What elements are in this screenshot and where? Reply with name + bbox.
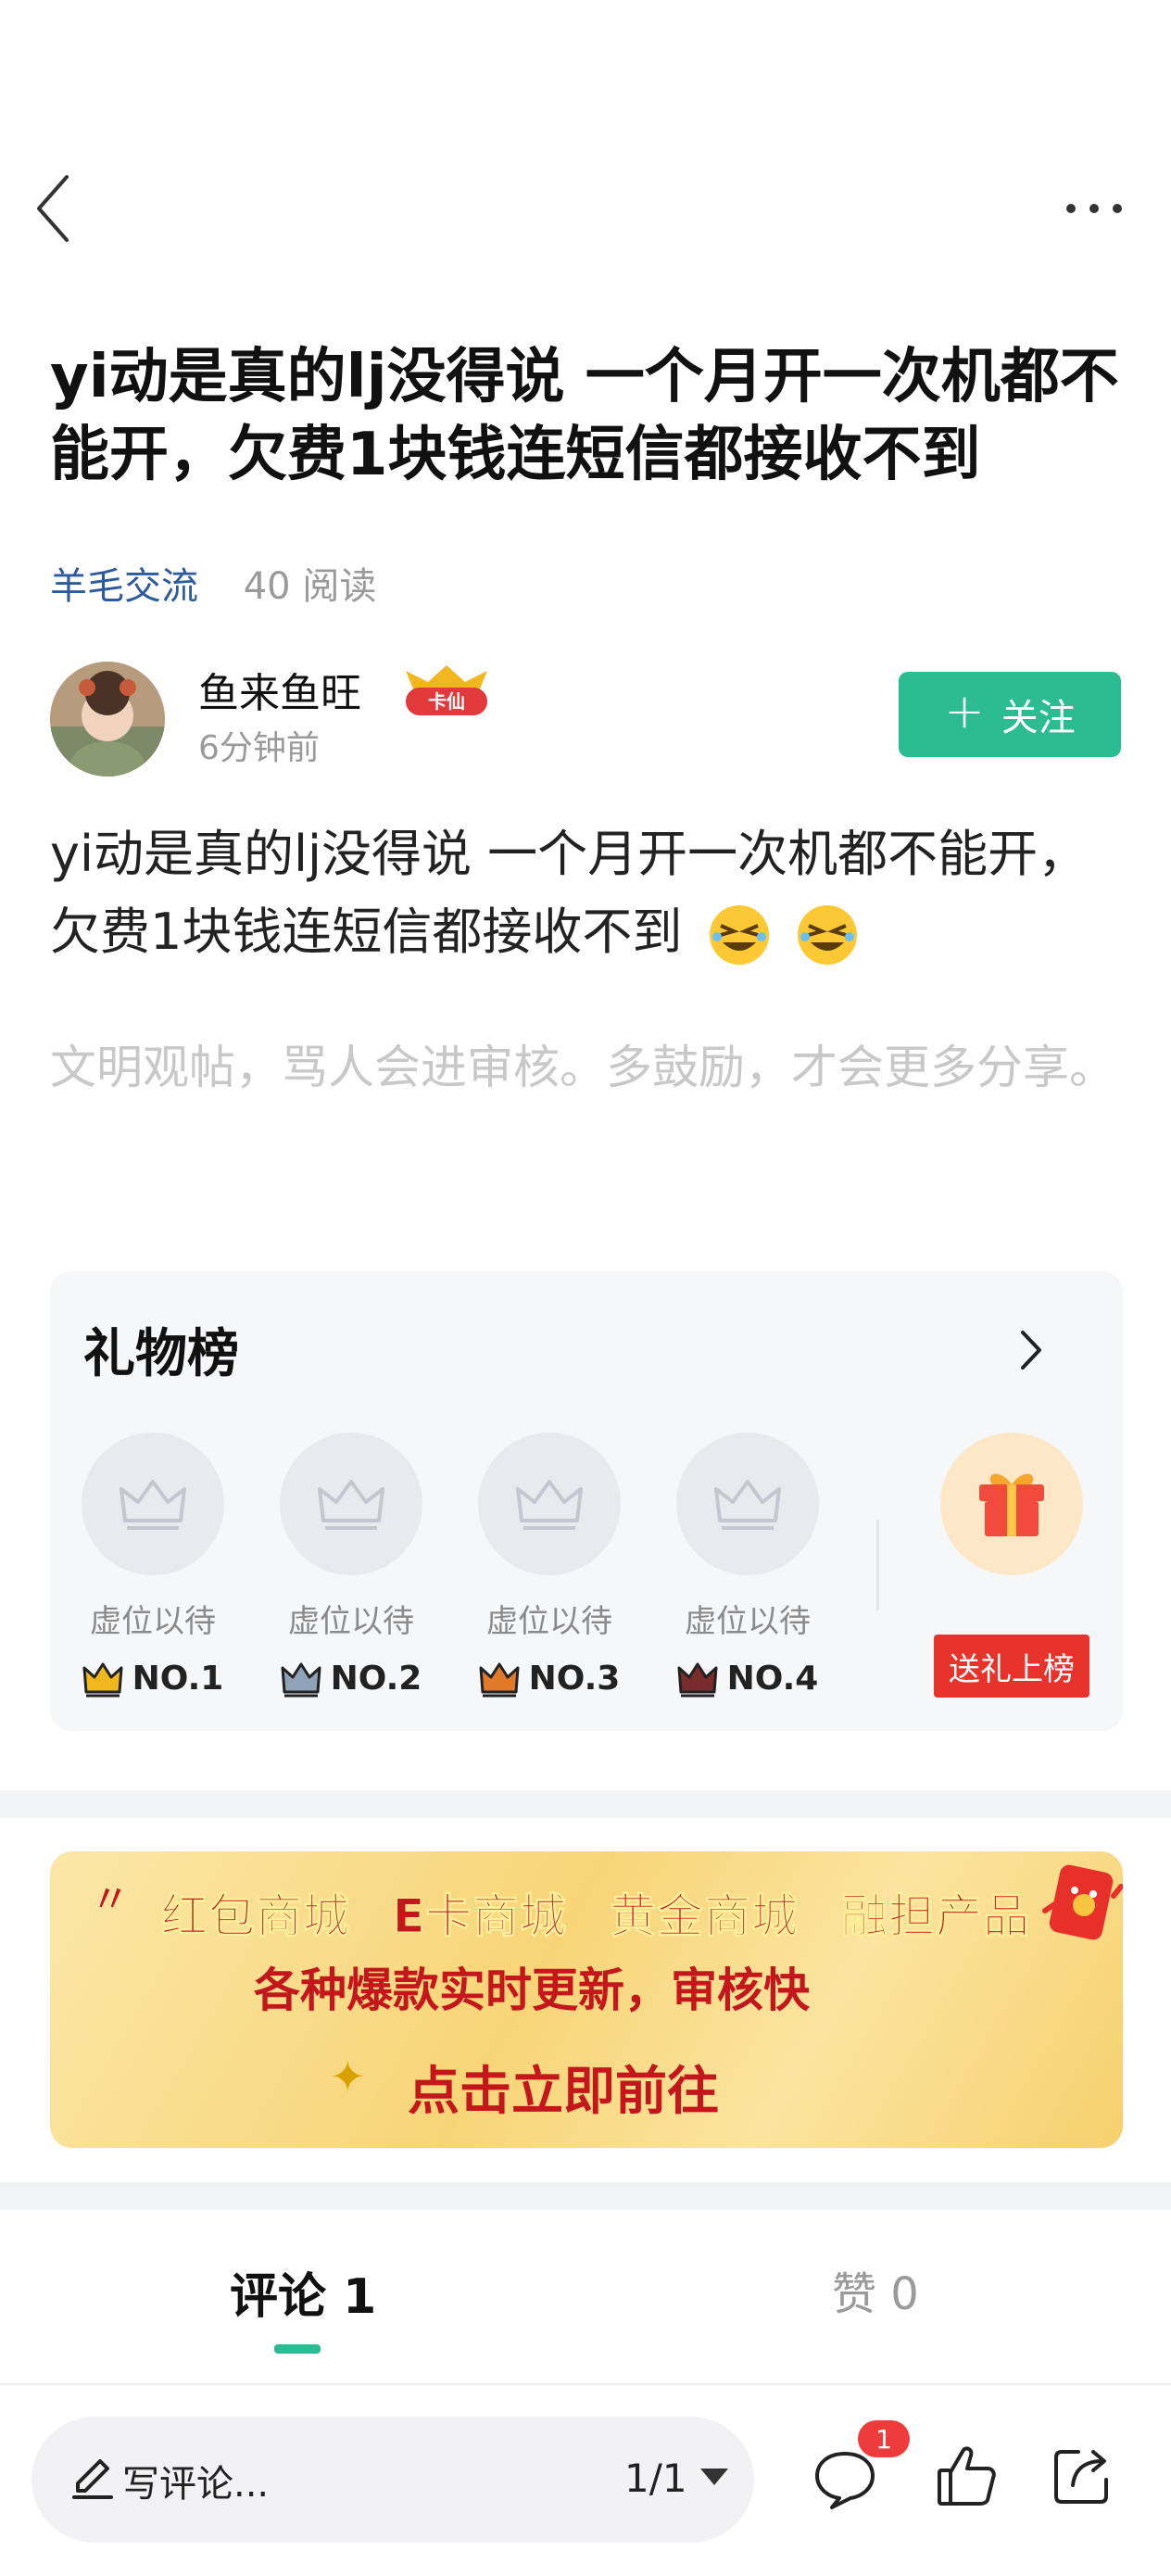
user-level-badge: 卡仙 [406, 665, 487, 715]
star-icon: ✦ [330, 2052, 366, 2102]
slot-label: 虚位以待 [288, 1603, 414, 1640]
section-divider [0, 2182, 1171, 2210]
share-icon[interactable] [1051, 2444, 1114, 2507]
pen-icon [72, 2459, 113, 2499]
user-badge-text: 卡仙 [428, 690, 465, 713]
laugh-emoji-icon [709, 905, 769, 966]
slot-label: 虚位以待 [685, 1603, 811, 1640]
gift-board: 礼物榜 虚位以待 NO.1 虚位以待 NO.2 虚位以待 NO.3 虚位以待 NO.4 送礼上… [50, 1271, 1123, 1731]
crown-outline-icon [516, 1480, 583, 1530]
crown-outline-icon [120, 1480, 186, 1530]
more-options-icon[interactable] [1064, 190, 1125, 227]
tab-divider [0, 2383, 1171, 2385]
promo-banner[interactable]: 〃 红包商城 E卡商城 黄金商城 融担产品 各种爆款实时更新，审核快 ✦ 点击立即前往 [50, 1851, 1123, 2148]
avatar-image [50, 662, 165, 777]
banner-subtitle: 各种爆款实时更新，审核快 [254, 1964, 810, 2017]
follow-label: 关注 [1001, 697, 1076, 739]
post-body: yi动是真的lj没得说 一个月开一次机都不能开，欠费1块钱连短信都接收不到 [50, 815, 1134, 971]
read-count: 40 阅读 [243, 565, 377, 608]
gift-rank-slot[interactable]: 虚位以待 NO.3 [478, 1433, 621, 1698]
rank-crown-icon [281, 1662, 321, 1697]
red-envelope-mascot-icon [1042, 1864, 1123, 1940]
banner-category: 红包商城 [161, 1889, 350, 1944]
chevron-right-icon[interactable] [1017, 1327, 1045, 1373]
section-divider [0, 1790, 1171, 1818]
post-body-text: yi动是真的lj没得说 一个月开一次机都不能开，欠费1块钱连短信都接收不到 [50, 825, 1089, 961]
gift-box-icon[interactable] [940, 1433, 1083, 1575]
rank-crown-icon [82, 1662, 123, 1697]
slot-rank: NO.3 [478, 1660, 621, 1698]
post-title: yi动是真的lj没得说 一个月开一次机都不能开，欠费1块钱连短信都接收不到 [50, 343, 1119, 489]
gift-rank-slot[interactable]: 虚位以待 NO.1 [82, 1433, 224, 1698]
banner-category: 黄金商城 [610, 1889, 800, 1944]
gift-board-title: 礼物榜 [83, 1324, 239, 1384]
sparkle-icon: 〃 [91, 1876, 131, 1922]
active-tab-indicator [274, 2344, 321, 2354]
post-time: 6分钟前 [198, 729, 320, 767]
banner-category: 融担产品 [841, 1889, 1031, 1944]
tab-comments[interactable]: 评论 1 [230, 2257, 376, 2327]
author-name[interactable]: 鱼来鱼旺 [198, 660, 361, 719]
rank-crown-icon [479, 1662, 520, 1697]
slot-label: 虚位以待 [90, 1603, 216, 1640]
comment-input[interactable]: 写评论... 1/1 [31, 2417, 754, 2543]
empty-slot-avatar [280, 1433, 422, 1575]
thumbs-up-icon[interactable] [936, 2443, 997, 2509]
gift-icon [979, 1473, 1044, 1536]
slot-rank: NO.2 [280, 1660, 422, 1698]
rank-label: NO.3 [528, 1660, 621, 1698]
empty-slot-avatar [676, 1433, 819, 1575]
crown-outline-icon [714, 1480, 781, 1530]
rank-crown-icon [677, 1662, 718, 1697]
follow-button[interactable]: + 关注 [899, 672, 1121, 757]
send-gift-button[interactable]: 送礼上榜 [934, 1635, 1089, 1698]
caret-down-icon[interactable] [700, 2469, 728, 2485]
banner-cta[interactable]: 点击立即前往 [408, 2050, 719, 2125]
crown-outline-icon [318, 1480, 384, 1530]
page-indicator[interactable]: 1/1 [624, 2456, 687, 2501]
banner-category: E卡商城 [392, 1889, 568, 1944]
avatar[interactable] [50, 662, 165, 777]
comment-count-badge: 1 [858, 2420, 910, 2457]
comment-placeholder: 写评论... [122, 2463, 270, 2506]
empty-slot-avatar [478, 1433, 621, 1575]
rank-label: NO.2 [330, 1660, 422, 1698]
empty-slot-avatar [82, 1433, 224, 1575]
banner-categories: 红包商城 E卡商城 黄金商城 融担产品 [161, 1879, 1073, 1946]
post-meta: 羊毛交流 40 阅读 [50, 556, 376, 610]
back-arrow-icon[interactable] [31, 171, 74, 246]
plus-icon: + [944, 684, 985, 739]
gift-rank-slot[interactable]: 虚位以待 NO.2 [280, 1433, 422, 1698]
slot-label: 虚位以待 [486, 1603, 612, 1640]
divider [876, 1520, 879, 1610]
rank-label: NO.1 [132, 1660, 224, 1698]
category-link[interactable]: 羊毛交流 [50, 565, 198, 608]
slot-rank: NO.1 [82, 1660, 224, 1698]
rank-label: NO.4 [726, 1660, 819, 1698]
gift-rank-slot[interactable]: 虚位以待 NO.4 [676, 1433, 819, 1698]
laugh-emoji-icon [797, 905, 857, 966]
slot-rank: NO.4 [676, 1660, 819, 1698]
tab-likes[interactable]: 赞 0 [832, 2257, 919, 2322]
civility-hint: 文明观帖，骂人会进审核。多鼓励，才会更多分享。 [50, 1041, 1115, 1094]
